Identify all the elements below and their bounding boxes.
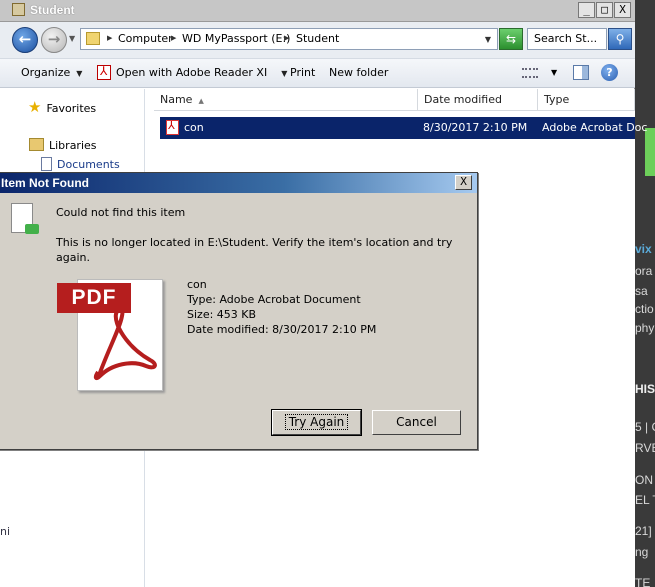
- try-again-label: Try Again: [284, 414, 349, 430]
- background-text: 5 | C: [635, 420, 655, 434]
- breadcrumb-separator-icon[interactable]: ▶: [171, 34, 176, 42]
- drive-icon: [12, 3, 25, 16]
- pdf-document-icon: PDF: [57, 279, 167, 391]
- command-bar: Organize ▼ Open with Adobe Reader XI ▼ Pri…: [0, 58, 635, 88]
- address-field[interactable]: ▶ Computer ▶ WD MyPassport (E:) ▶ Studen…: [80, 28, 498, 50]
- view-options-dropdown[interactable]: ▼: [551, 68, 557, 77]
- forward-button[interactable]: →: [41, 27, 67, 53]
- folder-icon: [86, 32, 100, 45]
- background-text: ON: [635, 473, 653, 487]
- libraries-icon: [29, 138, 44, 151]
- column-header-date[interactable]: Date modified: [418, 89, 538, 111]
- background-text: ora: [635, 264, 653, 278]
- try-again-button[interactable]: Try Again: [271, 409, 362, 436]
- cancel-button[interactable]: Cancel: [372, 410, 461, 435]
- column-header-type[interactable]: Type: [538, 89, 635, 111]
- item-not-found-dialog: Item Not Found X Could not find this ite…: [0, 172, 478, 450]
- file-info-type: Type: Adobe Acrobat Document: [187, 293, 361, 306]
- search-input[interactable]: Search St...: [527, 28, 607, 50]
- column-header-name[interactable]: Name ▲: [154, 89, 418, 111]
- breadcrumb-drive[interactable]: WD MyPassport (E:): [182, 32, 290, 45]
- adobe-reader-icon: [97, 64, 111, 80]
- nav-documents[interactable]: Documents: [41, 157, 120, 171]
- breadcrumb-separator-icon[interactable]: ▶: [284, 34, 289, 42]
- background-green-button[interactable]: [645, 128, 655, 176]
- background-text: TE: [635, 576, 651, 587]
- dialog-title: Item Not Found: [1, 176, 89, 190]
- background-text: ng: [635, 545, 649, 559]
- organize-label: Organize: [21, 66, 71, 79]
- breadcrumb-student[interactable]: Student: [296, 32, 339, 45]
- background-window: vix ora sa ctio phy HIS 5 | C RVE ON EL …: [633, 0, 655, 587]
- new-folder-button[interactable]: New folder: [329, 66, 388, 79]
- documents-icon: [41, 157, 52, 171]
- open-with-label: Open with Adobe Reader XI: [116, 66, 268, 79]
- dialog-close-button[interactable]: X: [455, 175, 472, 190]
- table-row[interactable]: con 8/30/2017 2:10 PM Adobe Acrobat Doc: [160, 117, 647, 139]
- background-text: phy: [635, 321, 655, 335]
- nav-libraries[interactable]: Libraries: [29, 138, 97, 152]
- file-info-size: Size: 453 KB: [187, 308, 257, 321]
- background-text: RVE: [635, 441, 655, 455]
- search-icon[interactable]: ⚲: [608, 28, 632, 50]
- nav-documents-label: Documents: [57, 158, 120, 171]
- change-view-icon[interactable]: [522, 68, 538, 78]
- background-text: EL T: [635, 493, 655, 507]
- dialog-message: This is no longer located in E:\Student.…: [56, 236, 453, 249]
- breadcrumb-computer[interactable]: Computer: [118, 32, 173, 45]
- dialog-titlebar[interactable]: Item Not Found X: [0, 173, 477, 193]
- recent-pages-dropdown[interactable]: ▼: [69, 34, 75, 43]
- file-info-name: con: [187, 278, 207, 291]
- column-name-label: Name: [160, 93, 193, 106]
- background-text: sa: [635, 284, 648, 298]
- organize-button[interactable]: Organize ▼: [21, 66, 82, 79]
- open-with-button[interactable]: Open with Adobe Reader XI ▼: [116, 66, 287, 79]
- back-button[interactable]: ←: [12, 27, 38, 53]
- missing-file-icon: [11, 203, 39, 234]
- help-icon[interactable]: ?: [601, 64, 618, 81]
- pdf-file-icon: [166, 119, 179, 135]
- dialog-heading: Could not find this item: [56, 206, 186, 219]
- breadcrumb-separator-icon[interactable]: ▶: [107, 34, 112, 42]
- dialog-message-continued: again.: [56, 251, 90, 264]
- minimize-button[interactable]: _: [578, 2, 595, 18]
- background-text: 21]: [635, 524, 652, 538]
- print-button[interactable]: Print: [290, 66, 315, 79]
- sort-ascending-icon: ▲: [198, 97, 204, 105]
- pdf-label: PDF: [57, 283, 131, 313]
- chevron-down-icon: ▼: [76, 69, 83, 78]
- file-name: con: [184, 121, 204, 134]
- address-dropdown-icon[interactable]: ▼: [485, 35, 491, 44]
- file-type: Adobe Acrobat Doc: [542, 121, 648, 134]
- chevron-down-icon: ▼: [281, 69, 288, 78]
- file-info-date: Date modified: 8/30/2017 2:10 PM: [187, 323, 377, 336]
- file-date: 8/30/2017 2:10 PM: [423, 121, 528, 134]
- background-text: HIS: [635, 382, 655, 396]
- window-title: Student: [30, 3, 75, 17]
- window-titlebar[interactable]: Student _ □ X: [0, 0, 635, 22]
- star-icon: ★: [28, 98, 42, 116]
- nav-libraries-label: Libraries: [49, 139, 97, 152]
- address-bar: ← → ▼ ▶ Computer ▶ WD MyPassport (E:) ▶ …: [0, 22, 635, 58]
- background-text: vix: [635, 242, 652, 256]
- close-button[interactable]: X: [614, 2, 631, 18]
- background-text: ctio: [635, 302, 654, 316]
- preview-pane-icon[interactable]: [573, 65, 589, 80]
- refresh-button[interactable]: ⇆: [499, 28, 523, 50]
- nav-favorites[interactable]: ★ Favorites: [28, 98, 96, 116]
- nav-favorites-label: Favorites: [46, 102, 97, 115]
- maximize-button[interactable]: □: [596, 2, 613, 18]
- nav-item-partial[interactable]: ni: [0, 525, 10, 538]
